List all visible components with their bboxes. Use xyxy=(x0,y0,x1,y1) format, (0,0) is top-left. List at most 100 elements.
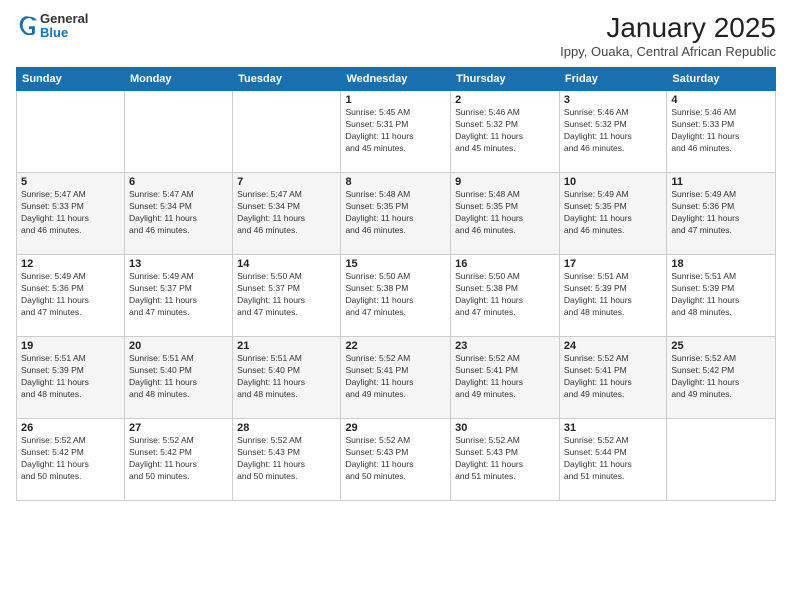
table-row: 14Sunrise: 5:50 AM Sunset: 5:37 PM Dayli… xyxy=(233,255,341,337)
table-row xyxy=(233,91,341,173)
day-number: 27 xyxy=(129,422,228,434)
table-row: 29Sunrise: 5:52 AM Sunset: 5:43 PM Dayli… xyxy=(341,419,451,501)
day-info: Sunrise: 5:46 AM Sunset: 5:32 PM Dayligh… xyxy=(564,107,662,155)
table-row: 12Sunrise: 5:49 AM Sunset: 5:36 PM Dayli… xyxy=(17,255,125,337)
day-number: 3 xyxy=(564,94,662,106)
day-info: Sunrise: 5:51 AM Sunset: 5:39 PM Dayligh… xyxy=(21,353,120,401)
day-number: 11 xyxy=(671,176,771,188)
day-info: Sunrise: 5:47 AM Sunset: 5:33 PM Dayligh… xyxy=(21,189,120,237)
day-info: Sunrise: 5:51 AM Sunset: 5:39 PM Dayligh… xyxy=(671,271,771,319)
table-row: 17Sunrise: 5:51 AM Sunset: 5:39 PM Dayli… xyxy=(559,255,666,337)
day-info: Sunrise: 5:49 AM Sunset: 5:36 PM Dayligh… xyxy=(671,189,771,237)
day-number: 29 xyxy=(345,422,446,434)
day-number: 19 xyxy=(21,340,120,352)
day-number: 2 xyxy=(455,94,555,106)
day-info: Sunrise: 5:52 AM Sunset: 5:43 PM Dayligh… xyxy=(237,435,336,483)
table-row: 23Sunrise: 5:52 AM Sunset: 5:41 PM Dayli… xyxy=(451,337,560,419)
day-number: 8 xyxy=(345,176,446,188)
table-row: 9Sunrise: 5:48 AM Sunset: 5:35 PM Daylig… xyxy=(451,173,560,255)
col-wednesday: Wednesday xyxy=(341,68,451,91)
day-info: Sunrise: 5:50 AM Sunset: 5:38 PM Dayligh… xyxy=(455,271,555,319)
col-saturday: Saturday xyxy=(667,68,776,91)
day-number: 10 xyxy=(564,176,662,188)
day-info: Sunrise: 5:51 AM Sunset: 5:39 PM Dayligh… xyxy=(564,271,662,319)
day-number: 5 xyxy=(21,176,120,188)
day-number: 6 xyxy=(129,176,228,188)
table-row: 21Sunrise: 5:51 AM Sunset: 5:40 PM Dayli… xyxy=(233,337,341,419)
day-number: 30 xyxy=(455,422,555,434)
table-row: 16Sunrise: 5:50 AM Sunset: 5:38 PM Dayli… xyxy=(451,255,560,337)
day-info: Sunrise: 5:52 AM Sunset: 5:42 PM Dayligh… xyxy=(671,353,771,401)
day-info: Sunrise: 5:47 AM Sunset: 5:34 PM Dayligh… xyxy=(237,189,336,237)
table-row: 25Sunrise: 5:52 AM Sunset: 5:42 PM Dayli… xyxy=(667,337,776,419)
table-row: 28Sunrise: 5:52 AM Sunset: 5:43 PM Dayli… xyxy=(233,419,341,501)
table-row: 3Sunrise: 5:46 AM Sunset: 5:32 PM Daylig… xyxy=(559,91,666,173)
day-number: 21 xyxy=(237,340,336,352)
day-number: 9 xyxy=(455,176,555,188)
day-info: Sunrise: 5:52 AM Sunset: 5:41 PM Dayligh… xyxy=(564,353,662,401)
table-row: 1Sunrise: 5:45 AM Sunset: 5:31 PM Daylig… xyxy=(341,91,451,173)
day-info: Sunrise: 5:46 AM Sunset: 5:33 PM Dayligh… xyxy=(671,107,771,155)
day-info: Sunrise: 5:46 AM Sunset: 5:32 PM Dayligh… xyxy=(455,107,555,155)
day-number: 12 xyxy=(21,258,120,270)
day-number: 14 xyxy=(237,258,336,270)
day-info: Sunrise: 5:52 AM Sunset: 5:43 PM Dayligh… xyxy=(455,435,555,483)
day-number: 15 xyxy=(345,258,446,270)
day-info: Sunrise: 5:52 AM Sunset: 5:43 PM Dayligh… xyxy=(345,435,446,483)
day-number: 13 xyxy=(129,258,228,270)
day-info: Sunrise: 5:49 AM Sunset: 5:35 PM Dayligh… xyxy=(564,189,662,237)
table-row: 26Sunrise: 5:52 AM Sunset: 5:42 PM Dayli… xyxy=(17,419,125,501)
day-info: Sunrise: 5:50 AM Sunset: 5:38 PM Dayligh… xyxy=(345,271,446,319)
table-row: 30Sunrise: 5:52 AM Sunset: 5:43 PM Dayli… xyxy=(451,419,560,501)
location-subtitle: Ippy, Ouaka, Central African Republic xyxy=(560,44,776,59)
day-number: 4 xyxy=(671,94,771,106)
header: General Blue January 2025 Ippy, Ouaka, C… xyxy=(16,12,776,59)
logo-general-text: General xyxy=(40,11,88,26)
calendar-table: Sunday Monday Tuesday Wednesday Thursday… xyxy=(16,67,776,501)
day-number: 16 xyxy=(455,258,555,270)
calendar-week-row: 1Sunrise: 5:45 AM Sunset: 5:31 PM Daylig… xyxy=(17,91,776,173)
day-info: Sunrise: 5:52 AM Sunset: 5:41 PM Dayligh… xyxy=(345,353,446,401)
table-row: 10Sunrise: 5:49 AM Sunset: 5:35 PM Dayli… xyxy=(559,173,666,255)
day-number: 23 xyxy=(455,340,555,352)
day-info: Sunrise: 5:52 AM Sunset: 5:42 PM Dayligh… xyxy=(21,435,120,483)
logo-blue-text: Blue xyxy=(40,25,68,40)
table-row: 13Sunrise: 5:49 AM Sunset: 5:37 PM Dayli… xyxy=(124,255,232,337)
page: General Blue January 2025 Ippy, Ouaka, C… xyxy=(0,0,792,612)
day-info: Sunrise: 5:52 AM Sunset: 5:44 PM Dayligh… xyxy=(564,435,662,483)
day-number: 1 xyxy=(345,94,446,106)
table-row: 31Sunrise: 5:52 AM Sunset: 5:44 PM Dayli… xyxy=(559,419,666,501)
col-thursday: Thursday xyxy=(451,68,560,91)
day-number: 31 xyxy=(564,422,662,434)
day-info: Sunrise: 5:48 AM Sunset: 5:35 PM Dayligh… xyxy=(455,189,555,237)
day-number: 22 xyxy=(345,340,446,352)
table-row xyxy=(17,91,125,173)
day-number: 20 xyxy=(129,340,228,352)
day-number: 25 xyxy=(671,340,771,352)
day-number: 26 xyxy=(21,422,120,434)
table-row: 15Sunrise: 5:50 AM Sunset: 5:38 PM Dayli… xyxy=(341,255,451,337)
calendar-header-row: Sunday Monday Tuesday Wednesday Thursday… xyxy=(17,68,776,91)
col-monday: Monday xyxy=(124,68,232,91)
day-number: 18 xyxy=(671,258,771,270)
day-number: 28 xyxy=(237,422,336,434)
day-number: 17 xyxy=(564,258,662,270)
day-number: 24 xyxy=(564,340,662,352)
table-row xyxy=(124,91,232,173)
table-row: 7Sunrise: 5:47 AM Sunset: 5:34 PM Daylig… xyxy=(233,173,341,255)
day-info: Sunrise: 5:45 AM Sunset: 5:31 PM Dayligh… xyxy=(345,107,446,155)
day-info: Sunrise: 5:50 AM Sunset: 5:37 PM Dayligh… xyxy=(237,271,336,319)
table-row: 11Sunrise: 5:49 AM Sunset: 5:36 PM Dayli… xyxy=(667,173,776,255)
day-info: Sunrise: 5:51 AM Sunset: 5:40 PM Dayligh… xyxy=(237,353,336,401)
table-row: 20Sunrise: 5:51 AM Sunset: 5:40 PM Dayli… xyxy=(124,337,232,419)
table-row: 19Sunrise: 5:51 AM Sunset: 5:39 PM Dayli… xyxy=(17,337,125,419)
table-row: 2Sunrise: 5:46 AM Sunset: 5:32 PM Daylig… xyxy=(451,91,560,173)
day-info: Sunrise: 5:52 AM Sunset: 5:42 PM Dayligh… xyxy=(129,435,228,483)
table-row: 8Sunrise: 5:48 AM Sunset: 5:35 PM Daylig… xyxy=(341,173,451,255)
day-info: Sunrise: 5:48 AM Sunset: 5:35 PM Dayligh… xyxy=(345,189,446,237)
col-tuesday: Tuesday xyxy=(233,68,341,91)
table-row: 27Sunrise: 5:52 AM Sunset: 5:42 PM Dayli… xyxy=(124,419,232,501)
calendar-week-row: 26Sunrise: 5:52 AM Sunset: 5:42 PM Dayli… xyxy=(17,419,776,501)
day-info: Sunrise: 5:47 AM Sunset: 5:34 PM Dayligh… xyxy=(129,189,228,237)
table-row: 24Sunrise: 5:52 AM Sunset: 5:41 PM Dayli… xyxy=(559,337,666,419)
